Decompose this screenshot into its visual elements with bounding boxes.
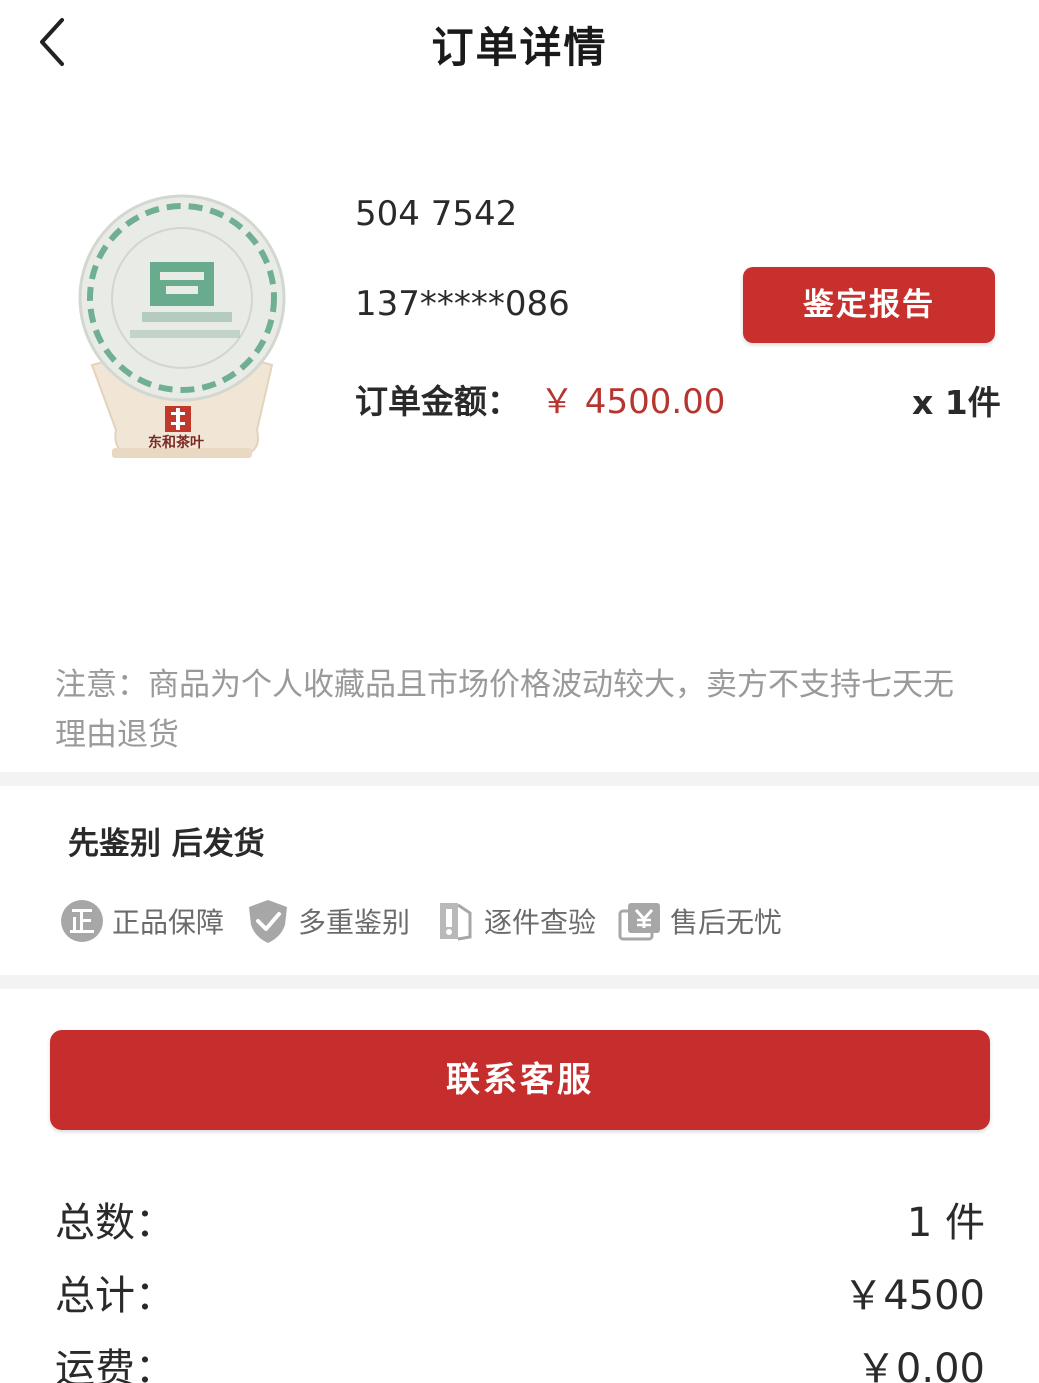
shipping-label: 运费：: [55, 1346, 175, 1383]
subtotal-label: 总计：: [55, 1273, 175, 1319]
feature-label: 逐件查验: [484, 906, 597, 939]
nav-header: 订单详情: [0, 0, 1039, 90]
contact-service-button[interactable]: 联系客服: [50, 1030, 990, 1130]
seller-phone: 137*****086: [355, 284, 570, 324]
page-title: 订单详情: [431, 23, 608, 72]
order-detail-page: 订单详情 东和茶叶 504 7542 137*****086 鉴定报告 订单金额…: [0, 0, 1039, 1383]
order-amount-label: 订单金额：: [355, 382, 520, 421]
yuan-card-icon: [618, 903, 661, 941]
appraisal-report-button[interactable]: 鉴定报告: [743, 267, 995, 343]
feature-label: 正品保障: [112, 906, 225, 939]
feature-multi-check: 多重鉴别: [244, 897, 410, 945]
total-count-label: 总数：: [55, 1200, 175, 1246]
feature-inspect: 逐件查验: [430, 897, 596, 945]
summary-shipping-row: 运费： ￥0.00: [55, 1336, 985, 1383]
product-image: [78, 194, 286, 458]
order-quantity: x 1件: [912, 383, 1001, 422]
return-policy-notice: 注意：商品为个人收藏品且市场价格波动较大，卖方不支持七天无理由退货: [55, 667, 954, 753]
product-brand-text: 东和茶叶: [148, 435, 204, 451]
section-divider: [0, 975, 1039, 989]
order-amount-value: ￥ 4500.00: [540, 382, 726, 422]
shield-check-icon: [249, 900, 288, 943]
feature-label: 售后无忧: [670, 906, 783, 939]
section-divider: [0, 772, 1039, 786]
genuine-badge-icon: [61, 900, 103, 942]
feature-after-sales: 售后无忧: [616, 897, 782, 945]
feature-genuine: 正品保障: [58, 897, 224, 945]
summary-subtotal-row: 总计： ￥4500: [55, 1263, 985, 1323]
guarantee-features: 正品保障 多重鉴别 逐件查验 售后无忧: [58, 893, 802, 949]
feature-label: 多重鉴别: [298, 906, 411, 939]
summary-total-count-row: 总数： 1 件: [55, 1190, 985, 1250]
subtotal-value: ￥4500: [843, 1273, 985, 1319]
inspect-icon: [440, 903, 472, 941]
product-code: 504 7542: [355, 194, 518, 234]
shipping-value: ￥0.00: [855, 1346, 985, 1383]
total-count-value: 1 件: [906, 1200, 985, 1246]
guarantee-title: 先鉴别 后发货: [68, 826, 265, 862]
